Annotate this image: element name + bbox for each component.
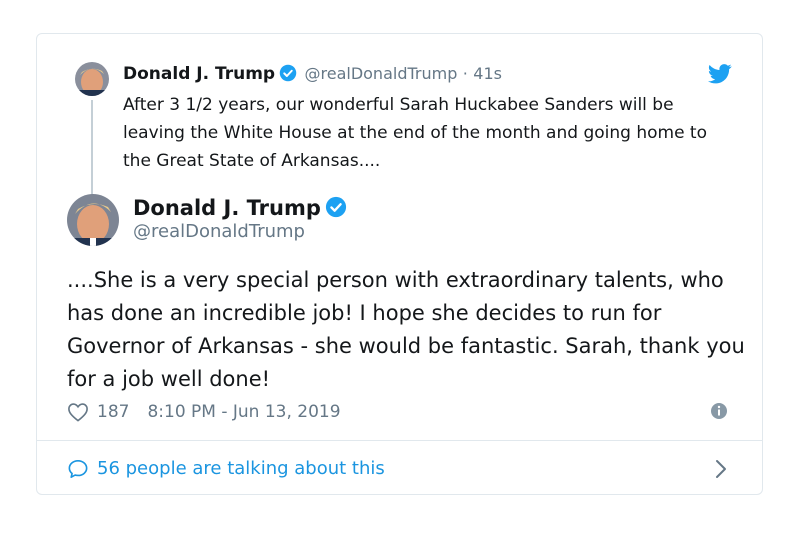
talking-text[interactable]: 56 people are talking about this <box>97 456 385 482</box>
tweet-timestamp[interactable]: 8:10 PM - Jun 13, 2019 <box>147 400 340 424</box>
info-icon[interactable] <box>710 402 728 420</box>
chevron-right-icon[interactable] <box>714 458 728 480</box>
comment-bubble-icon <box>67 459 89 479</box>
parent-author-handle[interactable]: @realDonaldTrump <box>305 64 458 83</box>
talking-link[interactable]: 56 people are talking about this <box>67 456 385 482</box>
separator-dot: · <box>462 64 468 83</box>
tweet-embed-card: Donald J. Trump @realDonaldTrump · 41s A… <box>36 33 763 495</box>
divider <box>37 440 762 441</box>
parent-tweet-header: Donald J. Trump @realDonaldTrump · 41s <box>123 61 502 90</box>
main-avatar[interactable] <box>67 194 119 246</box>
twitter-bird-icon[interactable] <box>707 64 732 84</box>
heart-icon[interactable] <box>67 402 89 422</box>
main-author-handle[interactable]: @realDonaldTrump <box>133 220 305 244</box>
like-count[interactable]: 187 <box>97 400 129 424</box>
main-author-name-text[interactable]: Donald J. Trump <box>133 196 321 220</box>
parent-tweet-text: After 3 1/2 years, our wonderful Sarah H… <box>123 95 707 171</box>
tweet-meta: 187 8:10 PM - Jun 13, 2019 <box>67 400 341 424</box>
verified-badge-icon <box>279 64 297 90</box>
main-tweet-text: ....She is a very special person with ex… <box>67 268 745 391</box>
verified-badge-icon <box>325 196 347 225</box>
parent-avatar[interactable] <box>75 62 109 96</box>
parent-tweet-time[interactable]: 41s <box>473 64 502 83</box>
parent-author-name[interactable]: Donald J. Trump <box>123 64 275 84</box>
